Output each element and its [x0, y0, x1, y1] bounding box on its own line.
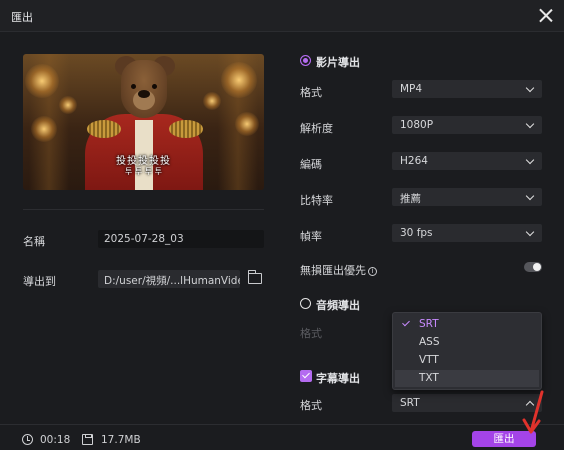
codec-label: 編碼	[300, 158, 322, 171]
audio-export-radio[interactable]	[300, 298, 311, 309]
resolution-value: 1080P	[400, 119, 434, 131]
divider	[23, 209, 264, 210]
framerate-value: 30 fps	[400, 227, 433, 239]
subtitle-export-label: 字幕導出	[316, 372, 360, 385]
audio-format-label: 格式	[300, 327, 322, 340]
name-input[interactable]: 2025-07-28_03	[98, 230, 264, 248]
clock-icon	[22, 434, 33, 445]
format-value: MP4	[400, 83, 423, 95]
subtitle-format-label: 格式	[300, 399, 322, 412]
window-title: 匯出	[11, 11, 33, 24]
file-size-text: 17.7MB	[101, 434, 141, 446]
lossless-label-text: 無損匯出優先	[300, 264, 366, 277]
export-button[interactable]: 匯出	[472, 431, 536, 447]
path-label: 導出到	[23, 275, 56, 288]
bitrate-value: 推薦	[400, 193, 421, 205]
video-export-label: 影片導出	[316, 56, 360, 69]
preview-caption: 投投投投投	[116, 156, 171, 167]
bitrate-label: 比特率	[300, 194, 333, 207]
chevron-down-icon	[525, 191, 535, 201]
lossless-toggle[interactable]	[524, 262, 542, 272]
video-preview: 投投投投投 투 투 투 투	[23, 54, 264, 190]
duration-text: 00:18	[40, 434, 71, 446]
bitrate-select[interactable]: 推薦	[392, 188, 542, 206]
chevron-down-icon	[525, 227, 535, 237]
title-bar: 匯出	[0, 0, 564, 32]
info-icon[interactable]: i	[368, 267, 377, 276]
format-select[interactable]: MP4	[392, 80, 542, 98]
codec-value: H264	[400, 155, 428, 167]
audio-export-label: 音頻導出	[316, 299, 360, 312]
subtitle-export-checkbox[interactable]	[300, 370, 312, 382]
resolution-label: 解析度	[300, 122, 333, 135]
subtitle-format-select[interactable]: SRT	[392, 394, 542, 412]
chevron-down-icon	[525, 83, 535, 93]
option-label: TXT	[419, 372, 439, 384]
check-icon	[402, 318, 410, 327]
option-label: VTT	[419, 354, 439, 366]
format-label: 格式	[300, 86, 322, 99]
chevron-up-icon	[525, 400, 535, 410]
dropdown-option[interactable]: ASS	[395, 334, 539, 351]
codec-select[interactable]: H264	[392, 152, 542, 170]
chevron-down-icon	[525, 119, 535, 129]
resolution-select[interactable]: 1080P	[392, 116, 542, 134]
lossless-label: 無損匯出優先 i	[300, 262, 377, 278]
close-icon[interactable]	[536, 6, 556, 26]
name-label: 名稱	[23, 235, 45, 248]
preview-caption-secondary: 투 투 투 투	[124, 167, 163, 176]
dropdown-option[interactable]: SRT	[395, 316, 539, 333]
chevron-down-icon	[525, 155, 535, 165]
subtitle-format-dropdown: SRT ASS VTT TXT	[392, 312, 542, 390]
option-label: ASS	[419, 336, 440, 348]
framerate-select[interactable]: 30 fps	[392, 224, 542, 242]
path-input[interactable]: D:/user/視頻/...lHumanVideo	[98, 270, 240, 288]
video-export-radio[interactable]	[300, 55, 311, 66]
subtitle-format-value: SRT	[400, 397, 420, 409]
option-label: SRT	[419, 318, 439, 330]
file-size-icon	[82, 434, 93, 445]
dropdown-option[interactable]: TXT	[395, 370, 539, 387]
dropdown-option[interactable]: VTT	[395, 352, 539, 369]
framerate-label: 幀率	[300, 230, 322, 243]
folder-icon[interactable]	[247, 270, 262, 284]
